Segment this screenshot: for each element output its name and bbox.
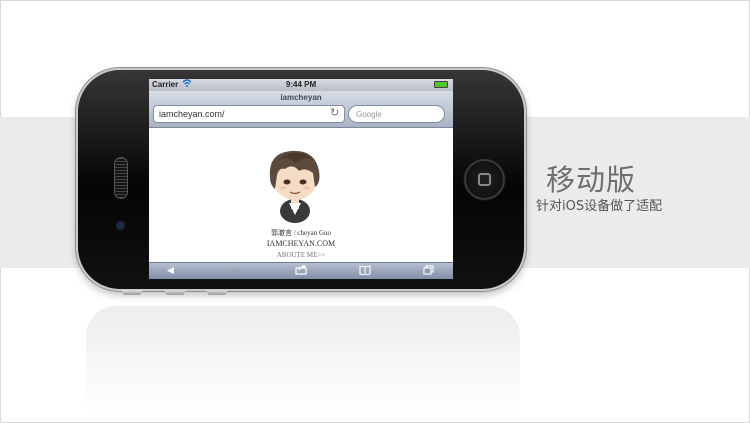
url-field[interactable]: iamcheyan.com/ bbox=[153, 105, 345, 123]
back-icon[interactable]: ◀ bbox=[167, 265, 174, 276]
browser-nav-bar: iamcheyan iamcheyan.com/ ↻ Google bbox=[149, 91, 453, 128]
share-icon[interactable] bbox=[295, 264, 307, 277]
phone-screen: Carrier 9:44 PM iamcheyan iamcheyan.com/… bbox=[149, 79, 453, 279]
clock: 9:44 PM bbox=[285, 80, 317, 89]
battery-icon bbox=[434, 81, 448, 88]
volume-down-button bbox=[165, 290, 185, 295]
front-camera bbox=[117, 222, 124, 229]
status-bar: Carrier 9:44 PM bbox=[149, 79, 453, 91]
speaker-grille bbox=[114, 157, 128, 199]
tabs-icon[interactable] bbox=[423, 265, 434, 277]
about-me-link[interactable]: ABOUTE ME>> bbox=[149, 251, 453, 259]
browser-toolbar: ◀ ▶ bbox=[149, 262, 453, 279]
bookmarks-icon[interactable] bbox=[359, 265, 371, 277]
home-button-icon[interactable] bbox=[464, 159, 505, 200]
forward-icon[interactable]: ▶ bbox=[233, 265, 240, 276]
caption-subtitle: 针对iOS设备做了适配 bbox=[536, 199, 663, 214]
phone-reflection bbox=[86, 306, 520, 416]
page-title: iamcheyan bbox=[280, 93, 322, 102]
mute-switch bbox=[207, 290, 227, 295]
site-name: IAMCHEYAN.COM bbox=[266, 239, 336, 248]
reload-icon[interactable]: ↻ bbox=[330, 106, 339, 119]
volume-up-button bbox=[122, 290, 142, 295]
search-input[interactable]: Google bbox=[348, 105, 445, 123]
caption-title: 移动版 bbox=[546, 163, 637, 197]
author-name: 郭澈言 / cheyan Guo bbox=[270, 229, 332, 237]
avatar bbox=[255, 137, 335, 225]
